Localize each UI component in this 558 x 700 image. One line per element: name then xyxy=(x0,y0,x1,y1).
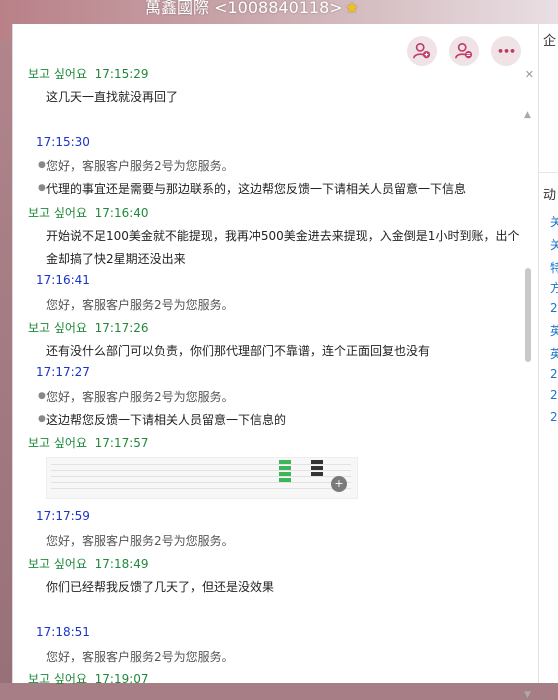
message-time: 17:18:51 xyxy=(36,625,90,639)
side-item[interactable]: 2 xyxy=(550,367,558,381)
message-time: 17:19:07 xyxy=(94,672,149,686)
left-backdrop xyxy=(0,40,12,683)
message-text: 金却搞了快2星期还没出来 xyxy=(46,252,186,266)
side-item[interactable]: 关 xyxy=(550,213,558,230)
message-header: 보고 싶어요 17:17:57 xyxy=(28,434,149,451)
message-time: 17:17:57 xyxy=(94,436,149,450)
side-item[interactable]: 2 xyxy=(550,388,558,402)
side-item[interactable]: 特 xyxy=(550,259,558,276)
scrollbar-thumb[interactable] xyxy=(525,268,531,362)
side-tab-mid[interactable]: 动 xyxy=(543,184,556,203)
message-list[interactable]: ✕ ▲ ▼ 보고 싶어요 17:15:29 这几天一直找就没再回了 17:15:… xyxy=(13,64,539,700)
add-contact-button[interactable] xyxy=(407,36,437,66)
message-time: 17:16:41 xyxy=(36,273,90,287)
image-attachment[interactable] xyxy=(46,457,358,499)
sender-name: 보고 싶어요 xyxy=(28,67,88,81)
side-item[interactable]: 英 xyxy=(550,322,558,339)
message-text: 你们已经帮我反馈了几天了，但还是没效果 xyxy=(46,580,275,594)
message-time: 17:15:30 xyxy=(36,135,90,149)
message-time: 17:16:40 xyxy=(94,206,149,220)
close-icon[interactable]: ✕ xyxy=(525,68,534,81)
sender-name: 보고 싶어요 xyxy=(28,321,88,335)
message-text: 您好，客服客户服务2号为您服务。 xyxy=(46,650,234,664)
bullet-icon: ● xyxy=(38,391,46,401)
message-text: 代理的事宜还是需要与那边联系的，这边帮您反馈一下请相关人员留意一下信息 xyxy=(46,182,467,196)
bullet-icon: ● xyxy=(38,183,46,193)
star-icon: ★ xyxy=(344,0,360,17)
side-item[interactable]: 方 xyxy=(550,279,558,296)
message-text: 开始说不足100美金就不能提现，我再冲500美金进去来提现，入金倒是1小时到账，… xyxy=(46,229,520,243)
message-time: 17:18:49 xyxy=(94,557,149,571)
message-time: 17:17:26 xyxy=(94,321,149,335)
message-text: 您好，客服客户服务2号为您服务。 xyxy=(46,534,234,548)
more-dots-icon: ••• xyxy=(496,44,516,58)
add-person-icon xyxy=(413,42,431,59)
side-item[interactable]: 英 xyxy=(550,345,558,362)
scroll-up-icon[interactable]: ▲ xyxy=(524,110,531,120)
message-time: 17:17:59 xyxy=(36,509,90,523)
bullet-icon: ● xyxy=(38,414,46,424)
transfer-button[interactable] xyxy=(449,36,479,66)
message-header: 보고 싶어요 17:17:26 xyxy=(28,319,149,336)
side-item[interactable]: 2 xyxy=(550,410,558,424)
sender-name: 보고 싶어요 xyxy=(28,557,88,571)
side-panel: 企 动 关 关 特 方 2 英 英 2 2 2 xyxy=(538,24,558,683)
window-title: 萬鑫國際 <1008840118> ★ xyxy=(145,0,359,18)
message-text: 您好，客服客户服务2号为您服务。 xyxy=(46,390,234,404)
message-text: 这边帮您反馈一下请相关人员留意一下信息的 xyxy=(46,413,287,427)
message-text: 您好，客服客户服务2号为您服务。 xyxy=(46,159,234,173)
scroll-down-icon[interactable]: ▼ xyxy=(524,690,531,700)
message-time: 17:15:29 xyxy=(94,67,149,81)
message-header: 보고 싶어요 17:18:49 xyxy=(28,555,149,572)
person-swap-icon xyxy=(455,42,473,59)
message-text: 这几天一直找就没再回了 xyxy=(46,90,179,104)
message-header: 보고 싶어요 17:15:29 xyxy=(28,65,149,82)
message-header: 보고 싶어요 17:19:07 xyxy=(28,670,149,687)
sender-name: 보고 싶어요 xyxy=(28,672,88,686)
message-header: 보고 싶어요 17:16:40 xyxy=(28,204,149,221)
side-tab-top[interactable]: 企 xyxy=(543,30,556,49)
sender-name: 보고 싶어요 xyxy=(28,206,88,220)
side-item[interactable]: 2 xyxy=(550,301,558,315)
bullet-icon: ● xyxy=(38,160,46,170)
message-time: 17:17:27 xyxy=(36,365,90,379)
more-button[interactable]: ••• xyxy=(491,36,521,66)
message-text: 您好，客服客户服务2号为您服务。 xyxy=(46,298,234,312)
sender-name: 보고 싶어요 xyxy=(28,436,88,450)
side-item[interactable]: 关 xyxy=(550,236,558,253)
window-title-text: 萬鑫國際 <1008840118> xyxy=(145,0,343,17)
zoom-icon[interactable]: + xyxy=(331,476,347,492)
message-text: 还有没什么部门可以负责，你们那代理部门不靠谱，连个正面回复也没有 xyxy=(46,344,431,358)
chat-panel: ••• ✕ ▲ ▼ 보고 싶어요 17:15:29 这几天一直找就没再回了 17… xyxy=(12,24,539,700)
